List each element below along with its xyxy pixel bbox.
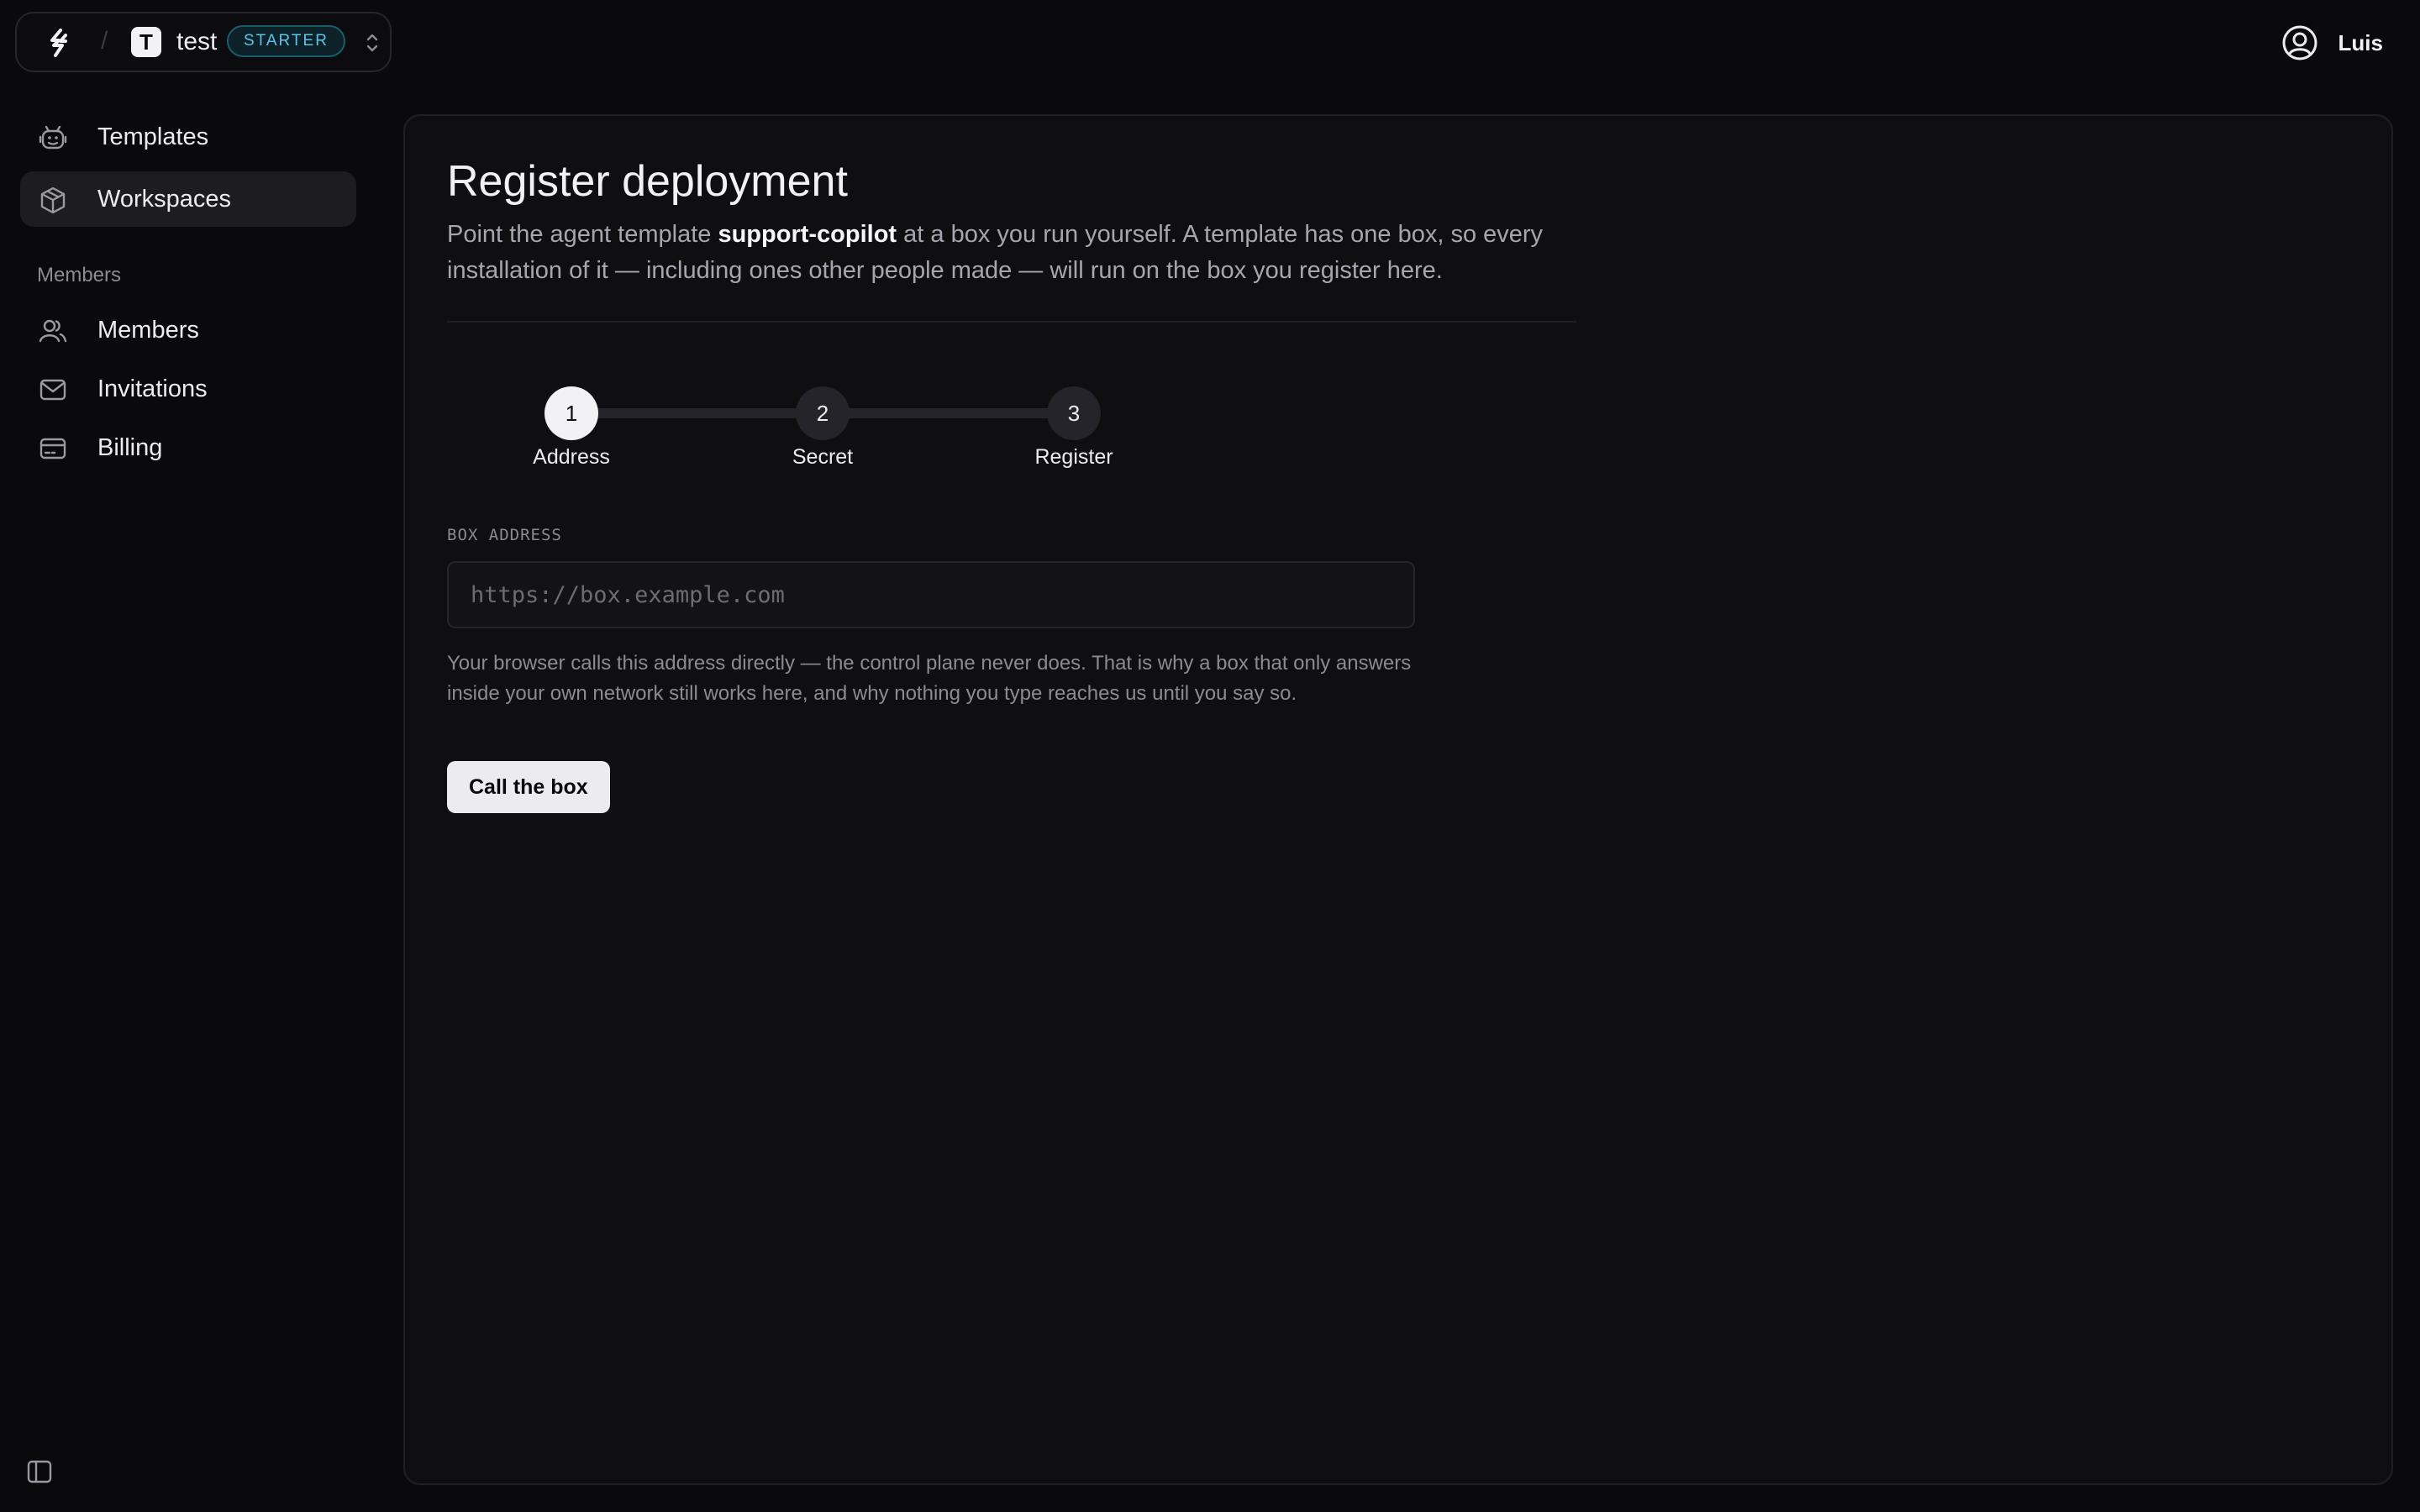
template-name: support-copilot <box>718 221 897 248</box>
user-name: Luis <box>2338 29 2383 55</box>
call-the-box-button[interactable]: Call the box <box>447 761 610 813</box>
breadcrumb-separator: / <box>101 27 108 55</box>
step-2-indicator: 2 <box>796 386 850 440</box>
step-2-label: Secret <box>792 445 854 469</box>
sidebar-item-workspaces[interactable]: Workspaces <box>20 171 356 227</box>
sidebar-item-label: Members <box>97 316 199 344</box>
sidebar-item-label: Templates <box>97 123 209 150</box>
page-title: Register deployment <box>447 157 848 206</box>
org-name: test <box>176 28 218 55</box>
sidebar-section-label: Members <box>37 264 122 286</box>
box-address-label: BOX ADDRESS <box>447 526 562 544</box>
users-icon <box>39 319 67 343</box>
robot-icon <box>39 125 67 150</box>
page-description: Point the agent template support-copilot… <box>447 217 1590 289</box>
sidebar-item-label: Workspaces <box>97 185 232 213</box>
envelope-icon <box>39 379 66 401</box>
box-address-help-text: Your browser calls this address directly… <box>447 652 1412 705</box>
sidebar-item-templates[interactable]: Templates <box>20 109 356 165</box>
user-menu[interactable]: Luis <box>2281 24 2383 62</box>
org-switcher[interactable]: / T test STARTER <box>15 12 392 72</box>
logo-icon <box>50 29 67 57</box>
plan-badge: STARTER <box>227 25 345 57</box>
sidebar-item-members[interactable]: Members <box>20 302 356 358</box>
sidebar-item-label: Billing <box>97 433 163 461</box>
step-1-label: Address <box>533 445 610 469</box>
divider <box>447 321 1576 323</box>
sidebar-item-billing[interactable]: Billing <box>20 420 356 475</box>
box-icon <box>40 186 66 214</box>
sidebar-item-label: Invitations <box>97 375 208 402</box>
chevron-up-down-icon <box>366 34 378 52</box>
description-text-before: Point the agent template <box>447 221 718 248</box>
step-3-label: Register <box>1034 445 1113 469</box>
box-address-input[interactable] <box>447 561 1415 628</box>
sidebar-item-invitations[interactable]: Invitations <box>20 361 356 417</box>
credit-card-icon <box>39 438 66 459</box>
step-3-indicator: 3 <box>1047 386 1101 440</box>
org-avatar: T <box>131 27 161 57</box>
sidebar-toggle-icon[interactable] <box>27 1460 52 1483</box>
main-panel: Register deployment Point the agent temp… <box>403 114 2393 1485</box>
step-1-indicator: 1 <box>544 386 598 440</box>
user-circle-icon <box>2282 25 2317 60</box>
